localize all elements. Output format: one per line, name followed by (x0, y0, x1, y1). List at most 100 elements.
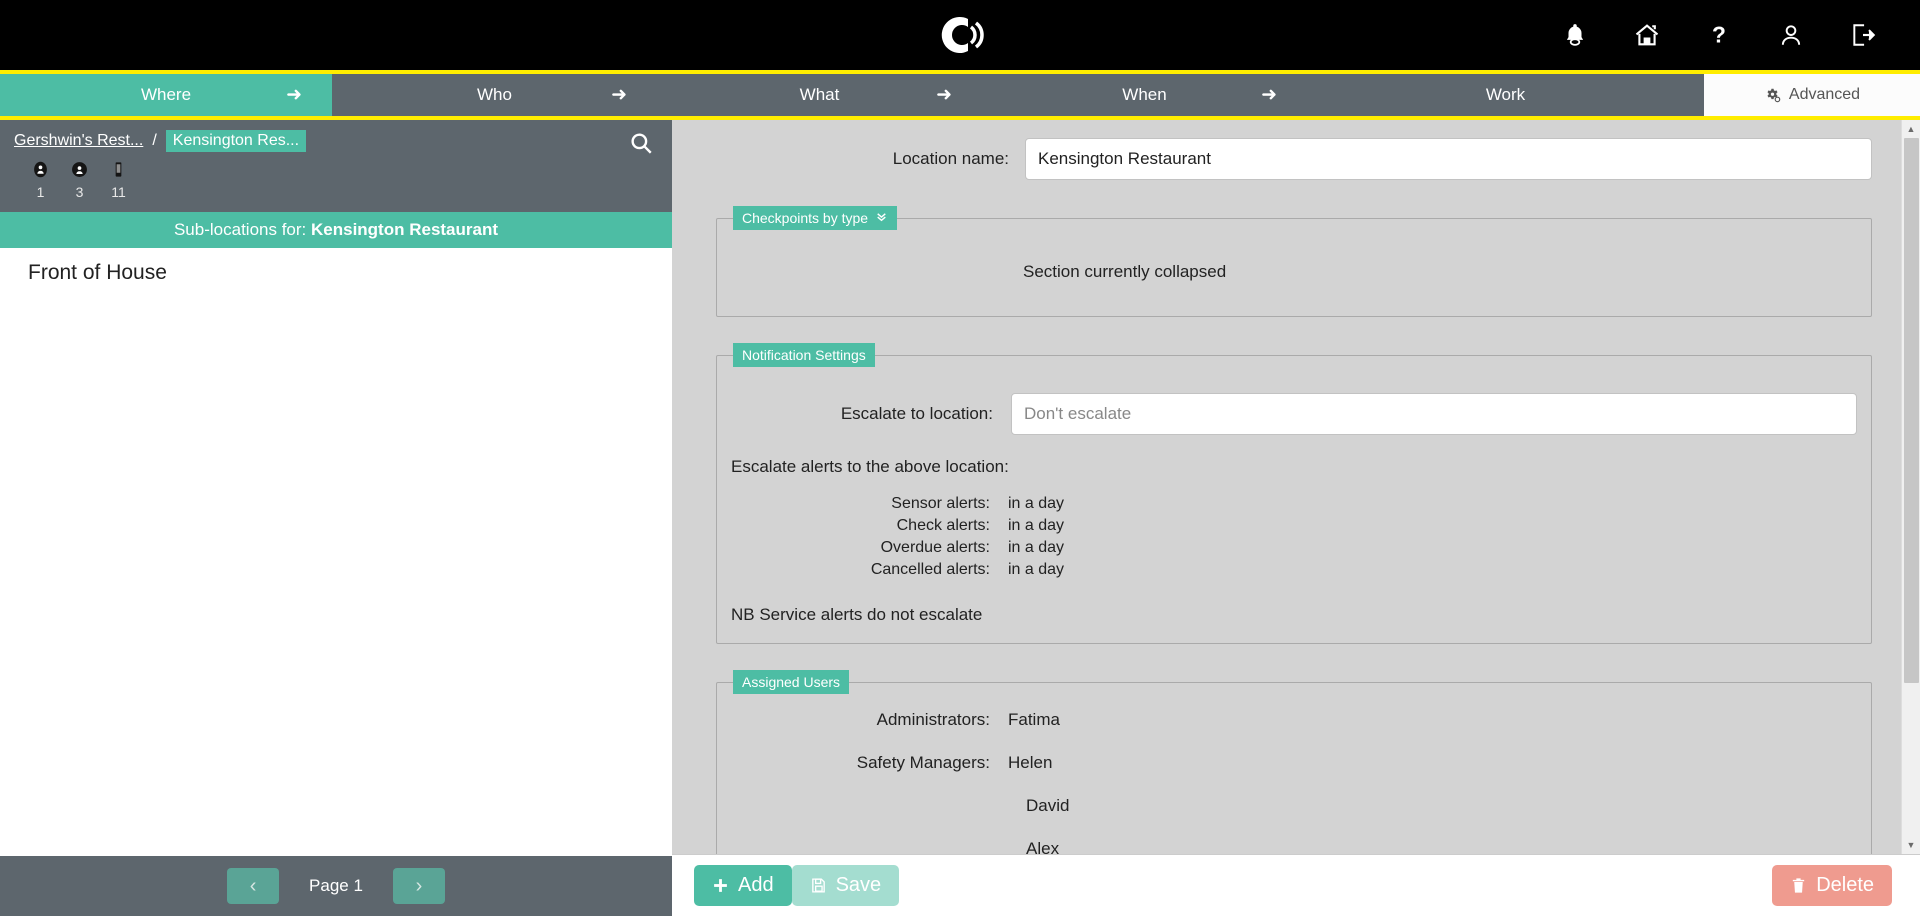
breadcrumb-bar: Gershwin's Rest... / Kensington Res... (0, 120, 672, 212)
nav-step-who[interactable]: Who ➜ (332, 74, 657, 116)
arrow-right-icon: ➜ (286, 84, 302, 107)
arrow-right-icon: ➜ (611, 84, 627, 107)
delete-button[interactable]: Delete (1772, 865, 1892, 906)
logout-icon[interactable] (1848, 20, 1878, 50)
svg-text:?: ? (1712, 22, 1726, 48)
action-bar: Add Save (672, 854, 1920, 916)
wizard-nav-frame: Where ➜ Who ➜ What ➜ When ➜ Work (0, 70, 1920, 120)
list-item[interactable]: Front of House (0, 248, 672, 299)
safety-manager-name: Helen (1008, 753, 1052, 773)
scrollbar-thumb[interactable] (1904, 138, 1919, 683)
alert-row-cancelled: Cancelled alerts: in a day (731, 561, 1857, 579)
advanced-button[interactable]: Advanced (1704, 74, 1920, 116)
chevron-right-icon: › (416, 875, 423, 898)
checkpoints-section-legend[interactable]: Checkpoints by type (733, 206, 897, 230)
sublocations-header-prefix: Sub-locations for: (174, 220, 306, 239)
nav-step-when[interactable]: When ➜ (982, 74, 1307, 116)
sublocation-label: Front of House (28, 261, 167, 284)
assigned-users-legend-label: Assigned Users (742, 674, 840, 690)
escalate-location-select[interactable]: Don't escalate (1011, 393, 1857, 435)
sensor-alerts-value: in a day (1008, 495, 1064, 513)
vertical-scrollbar[interactable]: ▲ ▼ (1901, 120, 1920, 854)
scroll-down-arrow-icon[interactable]: ▼ (1902, 836, 1920, 854)
device-icon (110, 161, 127, 183)
arrow-right-icon: ➜ (1261, 84, 1277, 107)
chevron-left-icon: ‹ (250, 875, 257, 898)
administrators-label: Administrators: (731, 710, 1008, 730)
chevron-double-down-icon (875, 210, 888, 226)
breadcrumb: Gershwin's Rest... / Kensington Res... (14, 130, 658, 152)
checkpoints-legend-label: Checkpoints by type (742, 210, 868, 226)
location-sidebar: Gershwin's Rest... / Kensington Res... (0, 120, 672, 916)
trash-icon (1790, 877, 1807, 894)
page-label: Page 1 (309, 876, 363, 896)
counter-user-circle: 3 (71, 161, 88, 200)
plus-icon (712, 877, 729, 894)
floppy-disk-icon (810, 877, 827, 894)
save-button[interactable]: Save (792, 865, 900, 906)
counter-person-badge-value: 1 (37, 184, 45, 200)
nav-step-what-label: What (800, 85, 840, 105)
alert-row-overdue: Overdue alerts: in a day (731, 539, 1857, 557)
nav-step-when-label: When (1122, 85, 1166, 105)
escalate-location-label: Escalate to location: (731, 404, 1011, 424)
notification-legend-label: Notification Settings (742, 347, 866, 363)
alert-row-check: Check alerts: in a day (731, 517, 1857, 535)
scroll-up-arrow-icon[interactable]: ▲ (1902, 120, 1920, 138)
escalate-location-row: Escalate to location: Don't escalate (731, 393, 1857, 435)
delete-button-label: Delete (1816, 874, 1874, 897)
breadcrumb-separator: / (152, 132, 156, 150)
add-button-label: Add (738, 874, 774, 897)
user-circle-icon (71, 161, 88, 183)
location-detail-panel: Location name: Kensington Restaurant Che… (672, 120, 1920, 916)
top-header-bar: ? (0, 0, 1920, 70)
nav-step-who-label: Who (477, 85, 512, 105)
user-icon[interactable] (1776, 20, 1806, 50)
safety-manager-name: Alex (1026, 839, 1857, 854)
breadcrumb-root-link[interactable]: Gershwin's Rest... (14, 132, 143, 150)
counter-device: 11 (110, 161, 127, 200)
checkpoints-section: Checkpoints by type Section currently co… (716, 206, 1872, 317)
sublocations-header-name: Kensington Restaurant (311, 220, 498, 239)
nav-step-where-label: Where (141, 85, 191, 105)
assigned-users-legend: Assigned Users (733, 670, 849, 694)
sublocation-list: Front of House (0, 248, 672, 856)
circle-wave-logo[interactable] (934, 9, 986, 61)
application-window: ? Where ➜ (0, 0, 1920, 916)
counter-person-badge: 1 (32, 161, 49, 200)
assigned-users-section: Assigned Users Administrators: Fatima Sa… (716, 670, 1872, 854)
sublocations-header: Sub-locations for: Kensington Restaurant (0, 212, 672, 248)
alert-escalation-list: Sensor alerts: in a day Check alerts: in… (731, 495, 1857, 579)
location-name-row: Location name: Kensington Restaurant (700, 138, 1872, 180)
safety-managers-label: Safety Managers: (731, 753, 1008, 773)
page-body: Gershwin's Rest... / Kensington Res... (0, 120, 1920, 916)
add-button[interactable]: Add (694, 865, 792, 906)
overdue-alerts-value: in a day (1008, 539, 1064, 557)
sensor-alerts-label: Sensor alerts: (731, 495, 1008, 513)
location-name-input[interactable]: Kensington Restaurant (1025, 138, 1872, 180)
gears-icon (1764, 87, 1781, 104)
cancelled-alerts-value: in a day (1008, 561, 1064, 579)
nav-step-where[interactable]: Where ➜ (0, 74, 332, 116)
search-icon[interactable] (628, 130, 654, 156)
checkpoints-collapsed-text: Section currently collapsed (731, 246, 1857, 298)
location-counters: 1 3 (14, 152, 658, 204)
prev-page-button[interactable]: ‹ (227, 868, 279, 904)
administrators-row: Administrators: Fatima (731, 710, 1857, 730)
counter-user-circle-value: 3 (76, 184, 84, 200)
nav-step-what[interactable]: What ➜ (657, 74, 982, 116)
next-page-button[interactable]: › (393, 868, 445, 904)
check-alerts-label: Check alerts: (731, 517, 1008, 535)
alert-row-sensor: Sensor alerts: in a day (731, 495, 1857, 513)
check-alerts-value: in a day (1008, 517, 1064, 535)
nav-step-work[interactable]: Work (1307, 74, 1704, 116)
breadcrumb-current[interactable]: Kensington Res... (166, 130, 306, 152)
escalate-intro-text: Escalate alerts to the above location: (731, 457, 1857, 477)
counter-device-value: 11 (111, 184, 126, 200)
help-icon[interactable]: ? (1704, 20, 1734, 50)
detail-scroll-area: Location name: Kensington Restaurant Che… (672, 120, 1920, 854)
bell-icon[interactable] (1560, 20, 1590, 50)
cancelled-alerts-label: Cancelled alerts: (731, 561, 1008, 579)
overdue-alerts-label: Overdue alerts: (731, 539, 1008, 557)
home-icon[interactable] (1632, 20, 1662, 50)
